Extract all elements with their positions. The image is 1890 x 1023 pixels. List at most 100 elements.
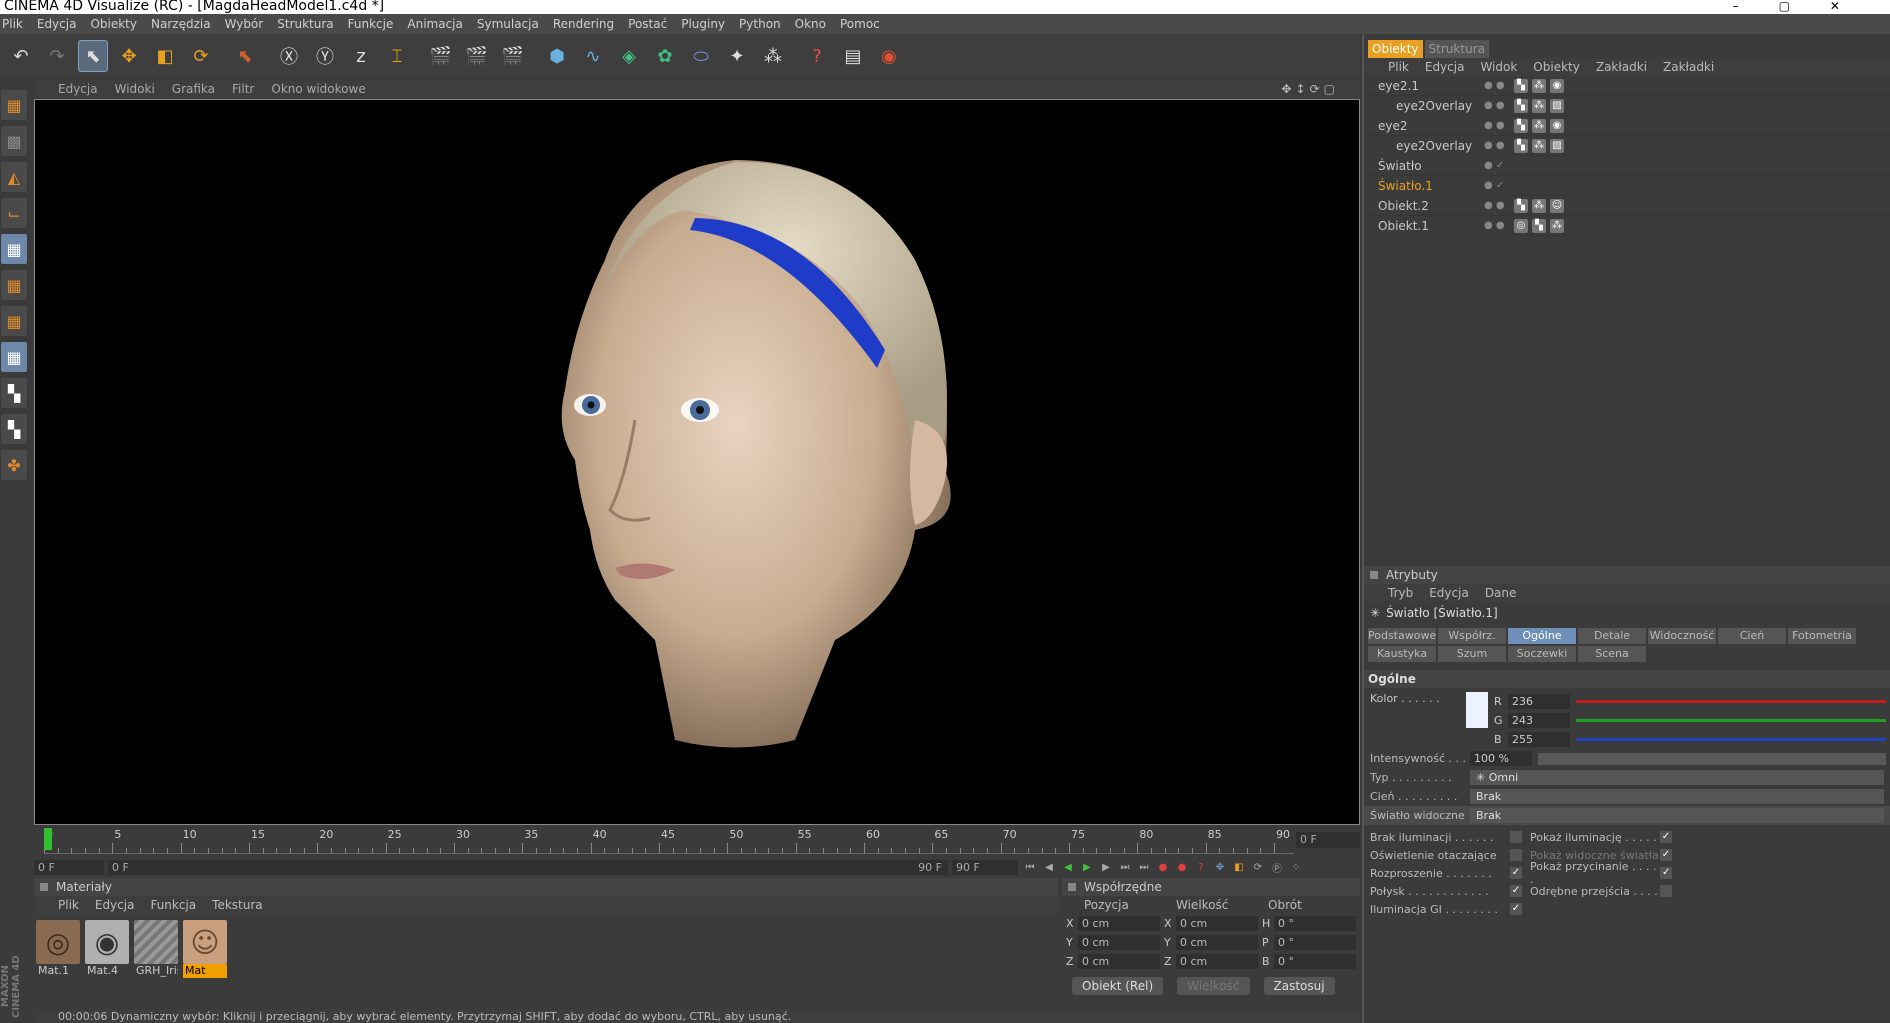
- object-row[interactable]: Światło.1 ● ✓: [1364, 176, 1890, 196]
- show-clipping-option[interactable]: Pokaż przycinanie . . . . . ✓: [1530, 860, 1680, 886]
- render-settings-icon[interactable]: 🎬: [498, 40, 528, 72]
- om-menu-obiekty[interactable]: Obiekty: [1533, 60, 1580, 74]
- tag-icon[interactable]: ▧: [1550, 138, 1564, 153]
- visibility-dots[interactable]: ● ●: [1484, 220, 1514, 231]
- scale-icon[interactable]: ◧: [150, 40, 180, 72]
- menu-postac[interactable]: Postać: [628, 17, 667, 31]
- checkbox[interactable]: ✓: [1510, 903, 1522, 915]
- menu-animacja[interactable]: Animacja: [407, 17, 462, 31]
- tab-podstawowe[interactable]: Podstawowe: [1368, 628, 1436, 644]
- diffuse-option[interactable]: Rozproszenie . . . . . . . ✓: [1370, 865, 1530, 881]
- checkbox[interactable]: [1660, 885, 1672, 897]
- render-view-icon[interactable]: 🎬: [426, 40, 456, 72]
- undo-icon[interactable]: ↶: [6, 40, 36, 72]
- visibility-dots[interactable]: ● ●: [1484, 200, 1514, 211]
- coordinate-system-icon[interactable]: ⌶: [382, 40, 412, 72]
- material-item[interactable]: ☺ Mat: [183, 920, 227, 978]
- checkbox[interactable]: ✓: [1660, 849, 1672, 861]
- array-icon[interactable]: ✿: [650, 40, 680, 72]
- tab-ogolne[interactable]: Ogólne: [1508, 628, 1576, 644]
- size-y-field[interactable]: 0 cm: [1176, 935, 1258, 950]
- tab-soczewki[interactable]: Soczewki: [1508, 646, 1576, 662]
- last-tool-icon[interactable]: ⬉: [230, 40, 260, 72]
- rotation-key-icon[interactable]: ⟳: [1250, 860, 1266, 875]
- menu-symulacja[interactable]: Symulacja: [477, 17, 539, 31]
- menu-pomoc[interactable]: Pomoc: [840, 17, 880, 31]
- viewport-menu-edycja[interactable]: Edycja: [58, 82, 98, 96]
- rotation-b-field[interactable]: 0 °: [1274, 954, 1356, 969]
- record-icon[interactable]: ●: [1155, 860, 1171, 875]
- object-row[interactable]: eye2Overlay ● ● ▚ ⁂ ▧: [1364, 96, 1890, 116]
- redo-icon[interactable]: ↷: [42, 40, 72, 72]
- attr-menu-tryb[interactable]: Tryb: [1388, 586, 1413, 600]
- tag-icon[interactable]: ▚: [1514, 78, 1528, 93]
- move-icon[interactable]: ✥: [114, 40, 144, 72]
- help-icon[interactable]: ?: [802, 40, 832, 72]
- tab-kaustyka[interactable]: Kaustyka: [1368, 646, 1436, 662]
- sculpt-icon[interactable]: ✤: [1, 450, 27, 480]
- next-frame-icon[interactable]: ▶: [1098, 860, 1114, 875]
- frame-ruler[interactable]: 051015202530354045505560657075808590: [44, 826, 1294, 854]
- tag-icon[interactable]: ▚: [1514, 98, 1528, 113]
- specular-option[interactable]: Połysk . . . . . . . . . . . . ✓: [1370, 883, 1530, 899]
- viewport-menu-grafika[interactable]: Grafika: [172, 82, 215, 96]
- tag-icon[interactable]: ▚: [1532, 218, 1546, 233]
- checkbox[interactable]: ✓: [1660, 831, 1672, 843]
- position-key-icon[interactable]: ✥: [1212, 860, 1228, 875]
- play-icon[interactable]: ▶: [1079, 860, 1095, 875]
- tag-icon[interactable]: ◎: [1514, 218, 1528, 233]
- menu-pluginy[interactable]: Pluginy: [681, 17, 725, 31]
- visibility-dots[interactable]: ● ●: [1484, 140, 1514, 151]
- object-row[interactable]: eye2.1 ● ● ▚ ⁂ ◉: [1364, 76, 1890, 96]
- om-menu-zakladki[interactable]: Zakładki: [1596, 60, 1647, 74]
- tag-icon[interactable]: ⁂: [1532, 118, 1546, 133]
- blue-slider[interactable]: [1576, 738, 1886, 741]
- object-row[interactable]: Światło ● ✓: [1364, 156, 1890, 176]
- edges-mode-icon[interactable]: ▦: [1, 270, 27, 300]
- visibility-dots[interactable]: ● ●: [1484, 80, 1514, 91]
- tab-struktura[interactable]: Struktura: [1424, 40, 1489, 58]
- live-selection-icon[interactable]: ⬉: [78, 40, 108, 72]
- goto-start-icon[interactable]: ⏮: [1022, 860, 1038, 875]
- visibility-dots[interactable]: ● ●: [1484, 120, 1514, 131]
- visible-light-dropdown[interactable]: Brak: [1470, 808, 1884, 823]
- visibility-dots[interactable]: ● ✓: [1484, 180, 1514, 191]
- z-axis-icon[interactable]: z: [346, 40, 376, 72]
- window-controls[interactable]: –▢✕: [1733, 0, 1880, 12]
- tab-wspolrz[interactable]: Współrz.: [1438, 628, 1506, 644]
- material-item[interactable]: ◉ Mat.4: [85, 920, 129, 978]
- visibility-dots[interactable]: ● ✓: [1484, 160, 1514, 171]
- axis-mode-icon[interactable]: ⌙: [1, 198, 27, 228]
- green-slider[interactable]: [1576, 719, 1886, 722]
- end-frame-field[interactable]: 90 F: [952, 859, 1018, 875]
- coordinate-mode-dropdown[interactable]: Obiekt (Rel): [1072, 977, 1164, 995]
- red-slider[interactable]: [1576, 700, 1886, 703]
- show-illumination-option[interactable]: Pokaż iluminację . . . . . ✓: [1530, 829, 1680, 845]
- intensity-slider[interactable]: [1538, 752, 1886, 765]
- ambient-option[interactable]: Oświetlenie otaczające: [1370, 847, 1530, 863]
- blue-field[interactable]: 255: [1508, 732, 1570, 747]
- checkbox[interactable]: ✓: [1510, 867, 1522, 879]
- goto-end-icon[interactable]: ⏭: [1136, 860, 1152, 875]
- red-field[interactable]: 236: [1508, 694, 1570, 709]
- tag-icon[interactable]: ◉: [1550, 118, 1564, 133]
- menu-obiekty[interactable]: Obiekty: [90, 17, 137, 31]
- menu-python[interactable]: Python: [739, 17, 781, 31]
- checkbox[interactable]: [1510, 849, 1522, 861]
- timeline-ruler[interactable]: 051015202530354045505560657075808590 0 F: [34, 826, 1360, 856]
- tag-icon[interactable]: ▚: [1514, 138, 1528, 153]
- checkbox[interactable]: ✓: [1510, 885, 1522, 897]
- rotation-p-field[interactable]: 0 °: [1274, 935, 1356, 950]
- layout-icon[interactable]: ▦: [1, 90, 27, 120]
- tag-icon[interactable]: ⁂: [1532, 138, 1546, 153]
- tab-szum[interactable]: Szum: [1438, 646, 1506, 662]
- tag-icon[interactable]: ⁂: [1532, 198, 1546, 213]
- autokey-icon[interactable]: ●: [1174, 860, 1190, 875]
- green-field[interactable]: 243: [1508, 713, 1570, 728]
- prev-key-icon[interactable]: ◀: [1041, 860, 1057, 875]
- materials-menu-tekstura[interactable]: Tekstura: [212, 898, 262, 912]
- cube-icon[interactable]: ⬢: [542, 40, 572, 72]
- position-z-field[interactable]: 0 cm: [1078, 954, 1160, 969]
- next-key-icon[interactable]: ⏭: [1117, 860, 1133, 875]
- current-frame-field[interactable]: 0 F: [1296, 832, 1360, 848]
